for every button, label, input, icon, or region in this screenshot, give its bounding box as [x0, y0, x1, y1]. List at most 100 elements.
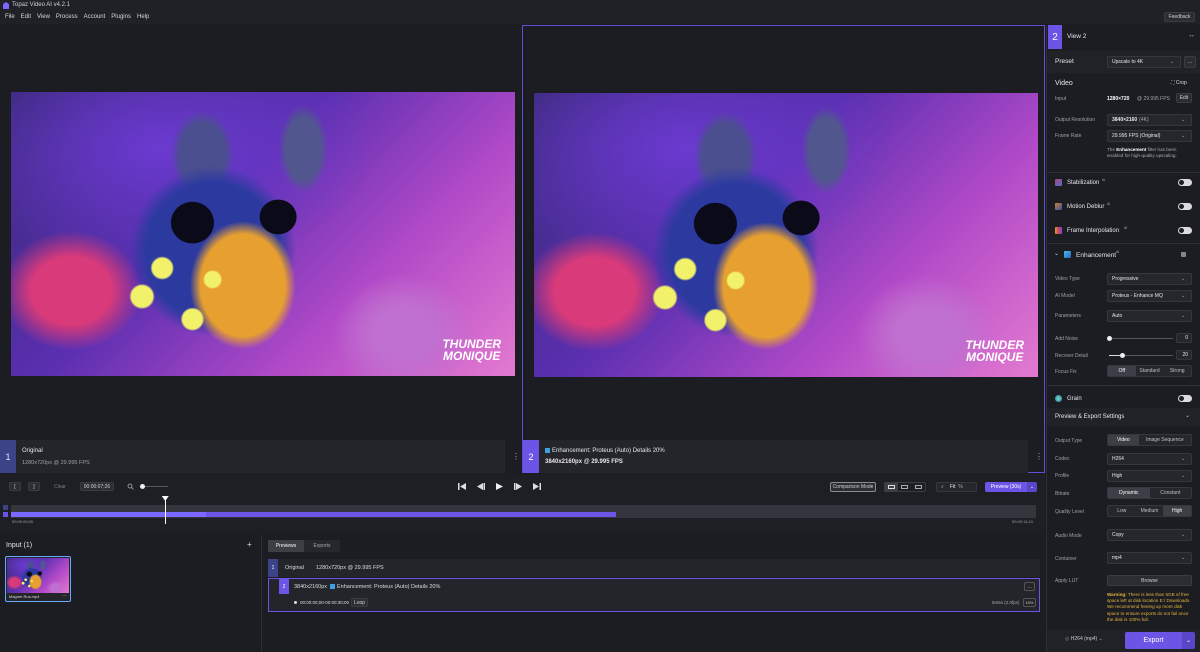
menu-item-edit[interactable]: Edit — [21, 14, 31, 20]
quality-level-label: Quality Level — [1055, 509, 1084, 515]
add-noise-value[interactable]: 0 — [1176, 333, 1192, 343]
apply-lut-label: Apply LUT — [1055, 578, 1079, 584]
comparison-mode-button[interactable]: Comparison Mode — [830, 482, 876, 492]
timeline-area: [ ] Clear 00:00:07;26 Comparison Mode ⌕ F… — [0, 474, 1045, 534]
focus-fix-strong[interactable]: Strong — [1163, 366, 1191, 376]
menu-item-view[interactable]: View — [37, 14, 50, 20]
output-resolution-dropdown[interactable]: 3840×2160 (4K) ⌄ — [1107, 114, 1192, 126]
frame-interpolation-toggle[interactable] — [1178, 227, 1192, 234]
loop-button[interactable]: Loop — [351, 598, 368, 607]
chevron-down-icon[interactable]: ⌄ — [1054, 250, 1059, 257]
step-back-icon[interactable] — [477, 483, 485, 490]
recover-detail-slider[interactable] — [1109, 353, 1173, 358]
recover-detail-value[interactable]: 20 — [1176, 350, 1192, 360]
browse-lut-button[interactable]: Browse — [1107, 575, 1192, 586]
preset-row: Preset Upscale to 4K ⌄ … — [1047, 51, 1200, 73]
view-menu-2-icon[interactable]: ⋮ — [1035, 452, 1043, 461]
ai-model-dropdown[interactable]: Proteus - Enhance MQ ⌄ — [1107, 290, 1192, 302]
menu-item-plugins[interactable]: Plugins — [111, 14, 131, 20]
output-resolution-value: 3840×2160 — [1112, 117, 1138, 123]
layout-single-icon[interactable] — [898, 483, 911, 491]
motion-deblur-label: Motion Deblur — [1067, 204, 1105, 210]
bitrate-dynamic[interactable]: Dynamic — [1108, 488, 1150, 498]
preview-row-original[interactable]: 1 Original 1280x720px @ 29.995 FPS — [268, 559, 1040, 577]
menu-item-process[interactable]: Process — [56, 14, 78, 20]
ai-model-label: AI Model — [1055, 293, 1075, 299]
enhancement-label: Enhancement — [1076, 252, 1117, 259]
preview-button[interactable]: Preview (30s) — [985, 482, 1027, 492]
parameters-dropdown[interactable]: Auto ⌄ — [1107, 310, 1192, 322]
layout-side-by-side-icon[interactable] — [885, 483, 899, 491]
frame-rate-dropdown[interactable]: 29.995 FPS (Original) ⌄ — [1107, 130, 1192, 142]
motion-deblur-row[interactable]: Motion Deblur AI — [1047, 197, 1200, 217]
export-options-button[interactable]: ⌄ — [1182, 632, 1195, 649]
frame-interpolation-row[interactable]: Frame Interpolation AI — [1047, 221, 1200, 241]
mark-in-button[interactable]: [ — [9, 482, 21, 491]
chevron-down-icon[interactable]: ⌄ — [1185, 412, 1190, 419]
export-settings-header[interactable]: Preview & Export Settings ⌄ — [1047, 408, 1200, 427]
container-dropdown[interactable]: mp4 ⌄ — [1107, 552, 1192, 564]
view-menu-1-icon[interactable]: ⋮ — [512, 452, 520, 461]
export-button[interactable]: Export — [1125, 632, 1182, 649]
focus-fix-off[interactable]: Off — [1108, 366, 1136, 376]
crop-label: Crop — [1175, 80, 1187, 86]
output-type-video[interactable]: Video — [1108, 435, 1139, 445]
zoom-fit-dropdown[interactable]: ⌕ Fit% — [936, 482, 977, 492]
preview-row-enhanced[interactable]: 2 3840x2160px Enhancement: Proteus (Auto… — [268, 578, 1040, 612]
add-noise-slider[interactable] — [1107, 336, 1173, 341]
clear-button[interactable]: Clear — [54, 484, 66, 490]
preview-options-button[interactable]: ⌄ — [1027, 482, 1037, 492]
grain-row[interactable]: Grain — [1047, 389, 1200, 409]
edit-input-button[interactable]: Edit — [1176, 93, 1192, 103]
video-type-dropdown[interactable]: Progressive ⌄ — [1107, 273, 1192, 285]
expand-panel-icon[interactable]: ↔ — [1188, 32, 1195, 39]
tab-previews[interactable]: Previews — [268, 540, 304, 552]
timecode-field[interactable]: 00:00:07;26 — [80, 482, 114, 491]
bitrate-constant[interactable]: Constant — [1150, 488, 1192, 498]
tab-exports[interactable]: Exports — [304, 540, 340, 552]
focus-fix-standard[interactable]: Standard — [1136, 366, 1164, 376]
input-file-more-icon[interactable]: … — [62, 592, 67, 598]
format-selector[interactable]: ◎ H264 (mp4) ⌄ — [1065, 636, 1103, 642]
view-pane-original: THUNDER MONIQUE — [0, 25, 522, 473]
enhancement-header[interactable]: ⌄ Enhancement AI — [1047, 245, 1200, 265]
zoom-icon — [127, 483, 134, 490]
preset-dropdown[interactable]: Upscale to 4K ⌄ — [1107, 56, 1181, 68]
step-forward-icon[interactable] — [514, 483, 522, 490]
playhead[interactable] — [161, 496, 169, 524]
grain-toggle[interactable] — [1178, 395, 1192, 402]
frame-rate-label: Frame Rate — [1055, 133, 1082, 139]
audio-mode-dropdown[interactable]: Copy ⌄ — [1107, 529, 1192, 541]
skip-end-icon[interactable] — [533, 483, 541, 490]
video-frame-original: THUNDER MONIQUE — [11, 92, 515, 376]
preview-row-more-icon[interactable]: … — [1024, 582, 1035, 591]
audio-mode-value: Copy — [1112, 532, 1124, 538]
stabilization-toggle[interactable] — [1178, 179, 1192, 186]
layout-split-icon[interactable] — [912, 483, 925, 491]
quality-high[interactable]: High — [1163, 506, 1191, 516]
output-type-image-sequence[interactable]: Image Sequence — [1139, 435, 1191, 445]
zoom-slider[interactable] — [140, 484, 168, 489]
menu-item-help[interactable]: Help — [137, 14, 149, 20]
menu-item-account[interactable]: Account — [84, 14, 106, 20]
frame-interpolation-label: Frame Interpolation — [1067, 228, 1120, 234]
preset-more-button[interactable]: … — [1184, 56, 1196, 68]
ai-badge: AI — [1124, 226, 1128, 230]
container-label: Container — [1055, 556, 1077, 562]
crop-button[interactable]: ⛶ Crop — [1171, 80, 1187, 86]
feedback-button[interactable]: Feedback — [1164, 12, 1195, 22]
skip-start-icon[interactable] — [458, 483, 466, 490]
input-file-card[interactable]: Magnet Rus.mp4 … — [5, 556, 71, 602]
stabilization-row[interactable]: Stabilization AI — [1047, 173, 1200, 193]
play-icon[interactable] — [496, 483, 503, 490]
view-pane-enhanced[interactable]: THUNDER MONIQUE — [522, 25, 1045, 473]
mark-out-button[interactable]: ] — [28, 482, 40, 491]
add-input-button[interactable]: + — [247, 540, 252, 549]
quality-low[interactable]: Low — [1108, 506, 1136, 516]
menu-item-file[interactable]: File — [5, 14, 15, 20]
motion-deblur-toggle[interactable] — [1178, 203, 1192, 210]
focus-fix-segment: Off Standard Strong — [1107, 365, 1192, 377]
quality-medium[interactable]: Medium — [1136, 506, 1164, 516]
codec-dropdown[interactable]: H264 ⌄ — [1107, 453, 1192, 465]
profile-dropdown[interactable]: High ⌄ — [1107, 470, 1192, 482]
